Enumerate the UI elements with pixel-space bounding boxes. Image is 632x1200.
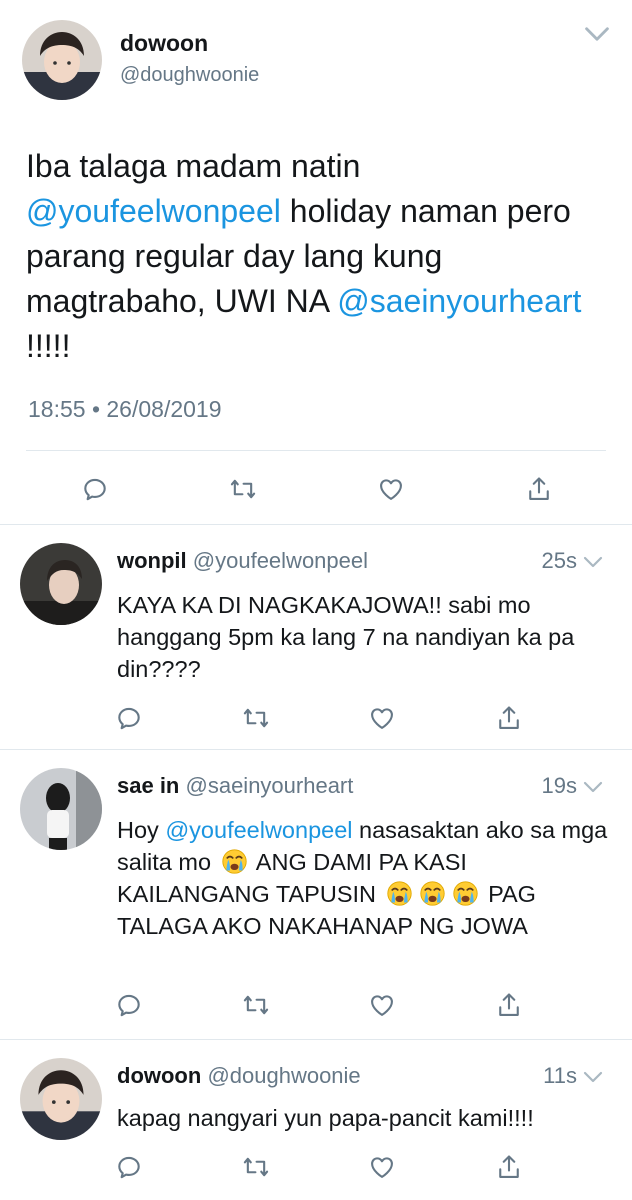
share-icon	[495, 991, 523, 1019]
divider	[26, 450, 606, 451]
chevron-down-icon[interactable]	[584, 24, 610, 44]
like-icon	[368, 1153, 396, 1181]
reply-time: 19s	[542, 773, 603, 799]
user-handle[interactable]: @doughwoonie	[207, 1063, 360, 1088]
share-button[interactable]	[494, 1152, 524, 1182]
display-name[interactable]: dowoon	[120, 30, 208, 57]
crying-emoji	[452, 880, 479, 907]
reply-icon	[115, 1153, 143, 1181]
user-handle[interactable]: @doughwoonie	[120, 64, 259, 87]
crying-emoji	[221, 848, 248, 875]
reply-icon	[81, 475, 109, 503]
retweet-icon	[242, 991, 270, 1019]
tweet-text: KAYA KA DI NAGKAKAJOWA!! sabi mo hanggan…	[117, 592, 575, 682]
retweet-icon	[242, 704, 270, 732]
share-icon	[525, 475, 553, 503]
time-label: 11s	[543, 1063, 577, 1088]
reply-header: dowoon @doughwoonie 11s	[117, 1063, 607, 1089]
avatar[interactable]	[20, 543, 102, 625]
like-button[interactable]	[376, 474, 406, 504]
like-icon	[368, 991, 396, 1019]
crying-emoji	[419, 880, 446, 907]
like-button[interactable]	[367, 703, 397, 733]
reply-time: 11s	[543, 1063, 603, 1089]
time-label: 25s	[541, 548, 577, 573]
like-button[interactable]	[367, 1152, 397, 1182]
reply-tweet[interactable]: wonpil @youfeelwonpeel 25s KAYA KA DI NA…	[0, 525, 632, 749]
user-handle[interactable]: @youfeelwonpeel	[193, 548, 368, 573]
reply-button[interactable]	[114, 990, 144, 1020]
avatar[interactable]	[20, 768, 102, 850]
tweet-text: Hoy @youfeelwonpeel nasasaktan ako sa mg…	[117, 814, 617, 942]
display-name[interactable]: dowoon	[117, 1063, 201, 1088]
reply-header: sae in @saeinyourheart 19s	[117, 773, 607, 799]
main-tweet: dowoon @doughwoonie Iba talaga madam nat…	[0, 0, 632, 524]
like-icon	[377, 475, 405, 503]
user-handle[interactable]: @saeinyourheart	[186, 773, 354, 798]
tweet-actions	[114, 1152, 524, 1182]
tweet-text-segment: !!!!!	[26, 328, 71, 364]
tweet-actions	[114, 703, 524, 733]
like-icon	[368, 704, 396, 732]
reply-button[interactable]	[114, 1152, 144, 1182]
like-button[interactable]	[367, 990, 397, 1020]
time-label: 19s	[541, 773, 577, 798]
tweet-text-segment: Iba talaga madam natin	[26, 148, 361, 184]
display-name[interactable]: wonpil	[117, 548, 187, 573]
reply-button[interactable]	[80, 474, 110, 504]
mention-link[interactable]: @saeinyourheart	[337, 283, 581, 319]
chevron-down-icon[interactable]	[583, 780, 603, 794]
reply-header: wonpil @youfeelwonpeel 25s	[117, 548, 607, 574]
tweet-timestamp[interactable]: 18:55 • 26/08/2019	[28, 396, 222, 423]
reply-icon	[115, 991, 143, 1019]
retweet-button[interactable]	[241, 990, 271, 1020]
share-button[interactable]	[494, 703, 524, 733]
retweet-button[interactable]	[228, 474, 258, 504]
mention-link[interactable]: @youfeelwonpeel	[165, 817, 352, 843]
crying-emoji	[386, 880, 413, 907]
tweet-text: kapag nangyari yun papa-pancit kami!!!!	[117, 1105, 534, 1131]
tweet-text: Iba talaga madam natin @youfeelwonpeel h…	[26, 144, 606, 369]
retweet-button[interactable]	[241, 1152, 271, 1182]
mention-link[interactable]: @youfeelwonpeel	[26, 193, 281, 229]
reply-icon	[115, 704, 143, 732]
reply-time: 25s	[542, 548, 603, 574]
reply-button[interactable]	[114, 703, 144, 733]
avatar[interactable]	[20, 1058, 102, 1140]
tweet-text-segment: Hoy	[117, 817, 166, 843]
share-button[interactable]	[524, 474, 554, 504]
retweet-icon	[242, 1153, 270, 1181]
display-name[interactable]: sae in	[117, 773, 179, 798]
reply-tweet[interactable]: dowoon @doughwoonie 11s kapag nangyari y…	[0, 1040, 632, 1200]
chevron-down-icon[interactable]	[583, 555, 603, 569]
tweet-actions	[80, 474, 554, 504]
share-icon	[495, 704, 523, 732]
chevron-down-icon[interactable]	[583, 1070, 603, 1084]
retweet-icon	[229, 475, 257, 503]
avatar[interactable]	[22, 20, 102, 100]
retweet-button[interactable]	[241, 703, 271, 733]
tweet-actions	[114, 990, 524, 1020]
reply-tweet[interactable]: sae in @saeinyourheart 19s Hoy @youfeelw…	[0, 750, 632, 1039]
share-icon	[495, 1153, 523, 1181]
share-button[interactable]	[494, 990, 524, 1020]
